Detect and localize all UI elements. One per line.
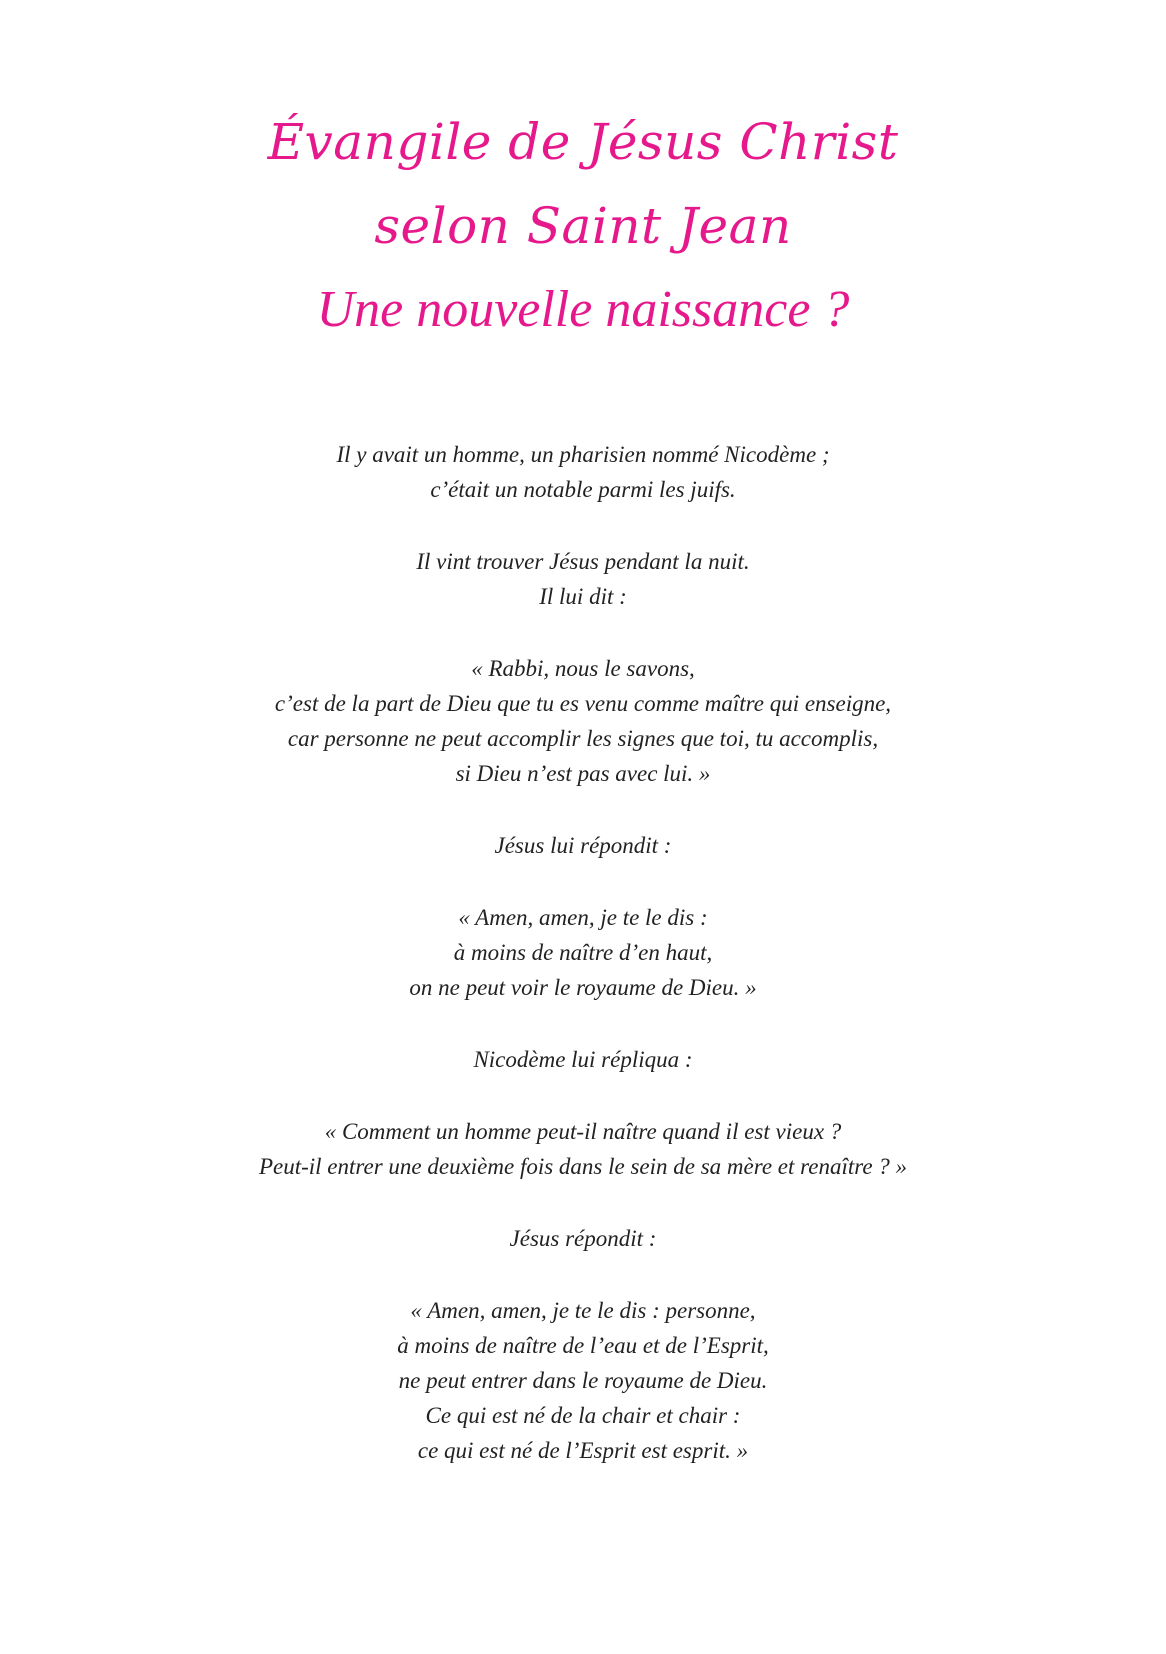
text-line: on ne peut voir le royaume de Dieu. » <box>409 975 757 1000</box>
text-line: si Dieu n’est pas avec lui. » <box>455 761 711 786</box>
text-line: Il vint trouver Jésus pendant la nuit. <box>416 549 750 574</box>
stanza-1: Il y avait un homme, un pharisien nommé … <box>0 437 1166 507</box>
text-line: « Amen, amen, je te le dis : personne, <box>410 1298 756 1323</box>
stanza-6: Nicodème lui répliqua : <box>0 1042 1166 1077</box>
text-line: Il y avait un homme, un pharisien nommé … <box>336 442 830 467</box>
text-line: car personne ne peut accomplir les signe… <box>287 726 879 751</box>
text-line: Peut-il entrer une deuxième fois dans le… <box>258 1154 908 1179</box>
text-line: Il lui dit : <box>539 584 627 609</box>
text-line: ne peut entrer dans le royaume de Dieu. <box>398 1368 768 1393</box>
document-page: Évangile de Jésus Christ selon Saint Jea… <box>0 0 1166 1654</box>
stanza-9: « Amen, amen, je te le dis : personne, à… <box>0 1293 1166 1468</box>
stanza-3: « Rabbi, nous le savons, c’est de la par… <box>0 651 1166 791</box>
text-line: « Amen, amen, je te le dis : <box>458 905 708 930</box>
text-line: Jésus répondit : <box>509 1226 657 1251</box>
subtitle: Une nouvelle naissance ? <box>316 281 850 338</box>
stanza-7: « Comment un homme peut-il naître quand … <box>0 1114 1166 1184</box>
text-line: Jésus lui répondit : <box>494 833 672 858</box>
text-line: à moins de naître d’en haut, <box>453 940 713 965</box>
title-line-1: Évangile de Jésus Christ <box>267 113 899 171</box>
stanza-4: Jésus lui répondit : <box>0 828 1166 863</box>
stanza-8: Jésus répondit : <box>0 1221 1166 1256</box>
text-line: ce qui est né de l’Esprit est esprit. » <box>417 1438 749 1463</box>
text-line: Nicodème lui répliqua : <box>473 1047 693 1072</box>
text-line: « Rabbi, nous le savons, <box>471 656 695 681</box>
text-line: c’était un notable parmi les juifs. <box>430 477 736 502</box>
text-line: à moins de naître de l’eau et de l’Espri… <box>397 1333 769 1358</box>
title-block: Évangile de Jésus Christ selon Saint Jea… <box>0 100 1166 352</box>
text-line: c’est de la part de Dieu que tu es venu … <box>274 691 892 716</box>
text-line: « Comment un homme peut-il naître quand … <box>324 1119 842 1144</box>
gospel-text: Il y avait un homme, un pharisien nommé … <box>0 437 1166 1468</box>
text-line: Ce qui est né de la chair et chair : <box>425 1403 741 1428</box>
title-line-2: selon Saint Jean <box>374 197 792 255</box>
stanza-5: « Amen, amen, je te le dis : à moins de … <box>0 900 1166 1005</box>
stanza-2: Il vint trouver Jésus pendant la nuit. I… <box>0 544 1166 614</box>
